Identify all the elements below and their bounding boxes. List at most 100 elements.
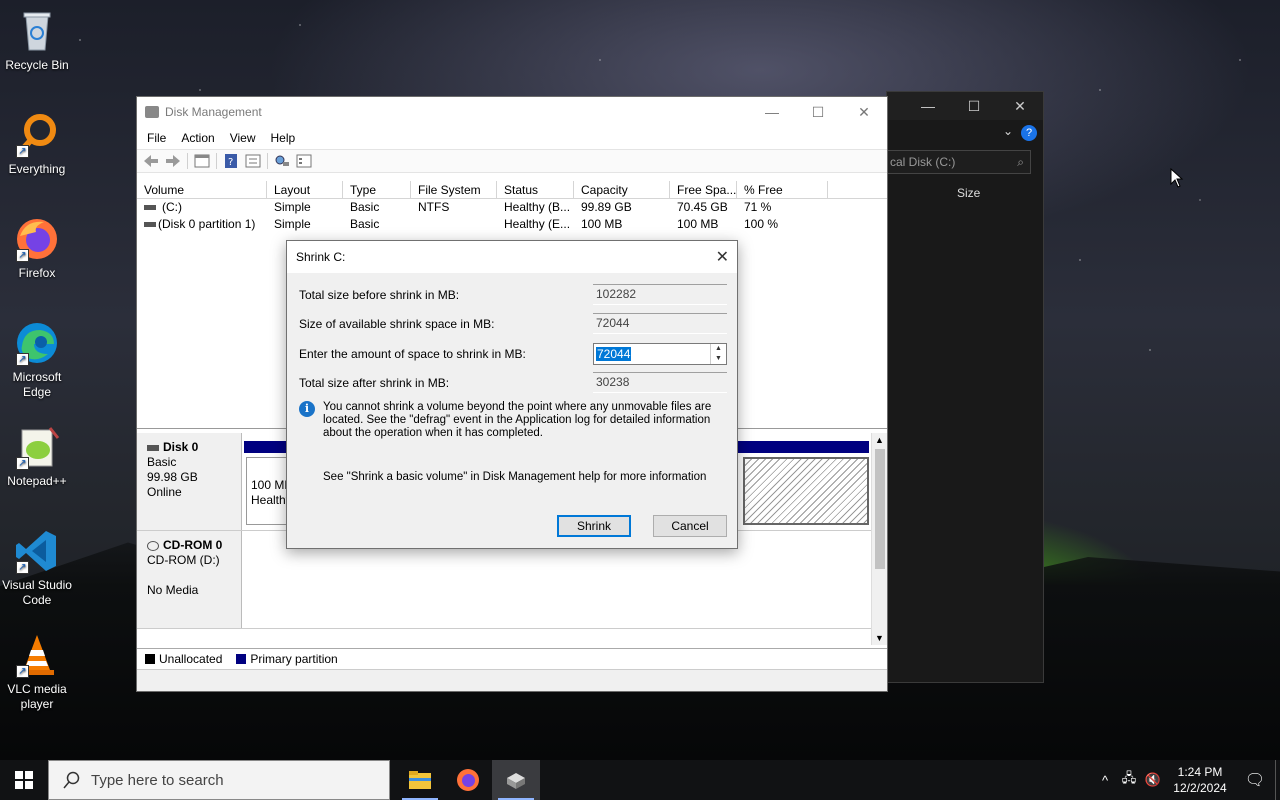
desktop-icon-everything[interactable]: ↗ Everything (0, 112, 74, 177)
cancel-button[interactable]: Cancel (653, 515, 727, 537)
menu-action[interactable]: Action (181, 131, 214, 145)
firefox-icon (457, 769, 479, 791)
taskbar-file-explorer[interactable] (396, 760, 444, 800)
desktop-icon-label: Notepad++ (7, 474, 67, 488)
background-explorer-window[interactable]: — ☐ ✕ ⌄ ? cal Disk (C:) ⌕ Size (886, 91, 1044, 683)
col-status[interactable]: Status (497, 181, 574, 198)
forward-arrow-icon[interactable] (165, 154, 181, 168)
legend-unallocated: Unallocated (159, 651, 223, 666)
shrink-amount-input[interactable]: 72044 (596, 347, 632, 361)
menu-view[interactable]: View (230, 131, 256, 145)
shortcut-arrow-icon: ↗ (16, 145, 29, 158)
show-hide-console-icon[interactable] (194, 154, 210, 168)
col-free-space[interactable]: Free Spa... (670, 181, 737, 198)
scroll-up-icon[interactable]: ▲ (872, 433, 887, 447)
dm-toolbar: ? (137, 149, 887, 173)
col-percent-free[interactable]: % Free (737, 181, 828, 198)
table-row[interactable]: (Disk 0 partition 1) Simple Basic Health… (137, 216, 887, 233)
menu-help[interactable]: Help (271, 131, 296, 145)
menu-file[interactable]: File (147, 131, 166, 145)
shrink-dialog-titlebar: Shrink C: ✕ (287, 241, 737, 273)
connect-icon[interactable] (274, 154, 290, 168)
desktop-icon-label: Recycle Bin (5, 58, 69, 72)
stepper-up-icon[interactable]: ▲ (711, 344, 726, 354)
minimize-icon[interactable]: — (749, 97, 795, 127)
cell-free-space: 70.45 GB (677, 200, 728, 214)
cell-file-system: NTFS (418, 200, 450, 214)
desktop-icon-label: Everything (8, 162, 66, 176)
help-book-icon[interactable]: ? (223, 154, 239, 168)
bg-search-field[interactable]: cal Disk (C:) ⌕ (887, 150, 1031, 174)
col-capacity[interactable]: Capacity (574, 181, 670, 198)
desktop-icon-edge[interactable]: ↗ Microsoft Edge (0, 320, 74, 400)
desktop-icon-notepadpp[interactable]: ↗ Notepad++ (0, 424, 74, 489)
close-icon[interactable]: ✕ (997, 92, 1043, 120)
disk-0-state: Online (147, 485, 182, 499)
legend-primary: Primary partition (250, 651, 338, 666)
back-arrow-icon[interactable] (143, 154, 159, 168)
row-available-shrink: Size of available shrink space in MB: 72… (299, 313, 727, 335)
properties-icon[interactable] (245, 154, 261, 168)
col-file-system[interactable]: File System (411, 181, 497, 198)
stepper-down-icon[interactable]: ▼ (711, 354, 726, 364)
desktop-icon-vscode[interactable]: ↗ Visual Studio Code (0, 528, 74, 608)
disk-icon (147, 444, 159, 451)
cell-type: Basic (350, 217, 380, 231)
disk-management-icon (145, 106, 159, 118)
toolbar-separator (216, 153, 217, 169)
notifications-icon[interactable]: 🗨 (1235, 770, 1275, 790)
info-message: You cannot shrink a volume beyond the po… (323, 401, 712, 439)
desktop-icon-firefox[interactable]: ↗ Firefox (0, 216, 74, 281)
windows-logo-icon (15, 771, 33, 789)
dm-menubar: File Action View Help (137, 127, 887, 149)
taskbar-disk-management[interactable] (492, 760, 540, 800)
vlc-cone-icon: ↗ (14, 632, 60, 678)
cell-percent-free: 100 % (744, 217, 779, 231)
cell-volume: (C:) (162, 200, 182, 214)
desktop-icon-recycle-bin[interactable]: Recycle Bin (0, 8, 74, 73)
taskbar-search-box[interactable]: Type here to search (48, 760, 390, 800)
volume-muted-icon[interactable]: 🔇 (1141, 772, 1165, 788)
dm-window-title: Disk Management (165, 105, 262, 119)
shrink-dialog[interactable]: Shrink C: ✕ Total size before shrink in … (286, 240, 738, 549)
start-button[interactable] (0, 760, 48, 800)
list-view-icon[interactable] (296, 154, 312, 168)
scroll-down-icon[interactable]: ▼ (872, 631, 887, 645)
graphical-view-scrollbar[interactable]: ▲ ▼ (871, 433, 887, 645)
show-desktop-button[interactable] (1275, 760, 1280, 800)
shrink-amount-stepper[interactable]: 72044 ▲ ▼ (593, 343, 727, 365)
cell-capacity: 100 MB (581, 217, 623, 231)
col-layout[interactable]: Layout (267, 181, 343, 198)
partition-c-selected[interactable] (743, 457, 869, 525)
taskbar-firefox[interactable] (444, 760, 492, 800)
value-total-before: 102282 (593, 284, 727, 305)
shortcut-arrow-icon: ↗ (16, 353, 29, 366)
scrollbar-thumb[interactable] (875, 449, 885, 569)
cdrom-0-drive: CD-ROM (D:) (147, 553, 220, 567)
col-type[interactable]: Type (343, 181, 411, 198)
minimize-icon[interactable]: — (905, 92, 951, 120)
cdrom-icon (147, 540, 159, 551)
chevron-down-icon[interactable]: ⌄ (1003, 124, 1013, 138)
shrink-button[interactable]: Shrink (557, 515, 631, 537)
search-placeholder: Type here to search (91, 771, 224, 789)
maximize-icon[interactable]: ☐ (951, 92, 997, 120)
bg-search-text: cal Disk (C:) (890, 155, 956, 169)
desktop-icon-vlc[interactable]: ↗ VLC media player (0, 632, 74, 712)
bg-column-size[interactable]: Size (957, 186, 980, 200)
desktop-icon-label: Visual Studio Code (2, 578, 72, 607)
close-icon[interactable]: ✕ (841, 97, 887, 127)
disk-0-label[interactable]: Disk 0 Basic 99.98 GB Online (137, 433, 242, 530)
maximize-icon[interactable]: ☐ (795, 97, 841, 127)
primary-swatch (236, 653, 247, 664)
table-row[interactable]: (C:) Simple Basic NTFS Healthy (B... 99.… (137, 199, 887, 216)
cdrom-0-label[interactable]: CD-ROM 0 CD-ROM (D:) No Media (137, 531, 242, 628)
col-volume[interactable]: Volume (137, 181, 267, 198)
close-icon[interactable]: ✕ (716, 247, 729, 267)
disk-0-name: Disk 0 (163, 440, 199, 454)
network-icon[interactable]: 🖧 (1117, 769, 1141, 791)
help-icon[interactable]: ? (1021, 125, 1037, 141)
taskbar-clock[interactable]: 1:24 PM 12/2/2024 (1165, 764, 1235, 796)
search-icon (63, 771, 80, 789)
chevron-up-icon[interactable]: ^ (1093, 773, 1117, 788)
